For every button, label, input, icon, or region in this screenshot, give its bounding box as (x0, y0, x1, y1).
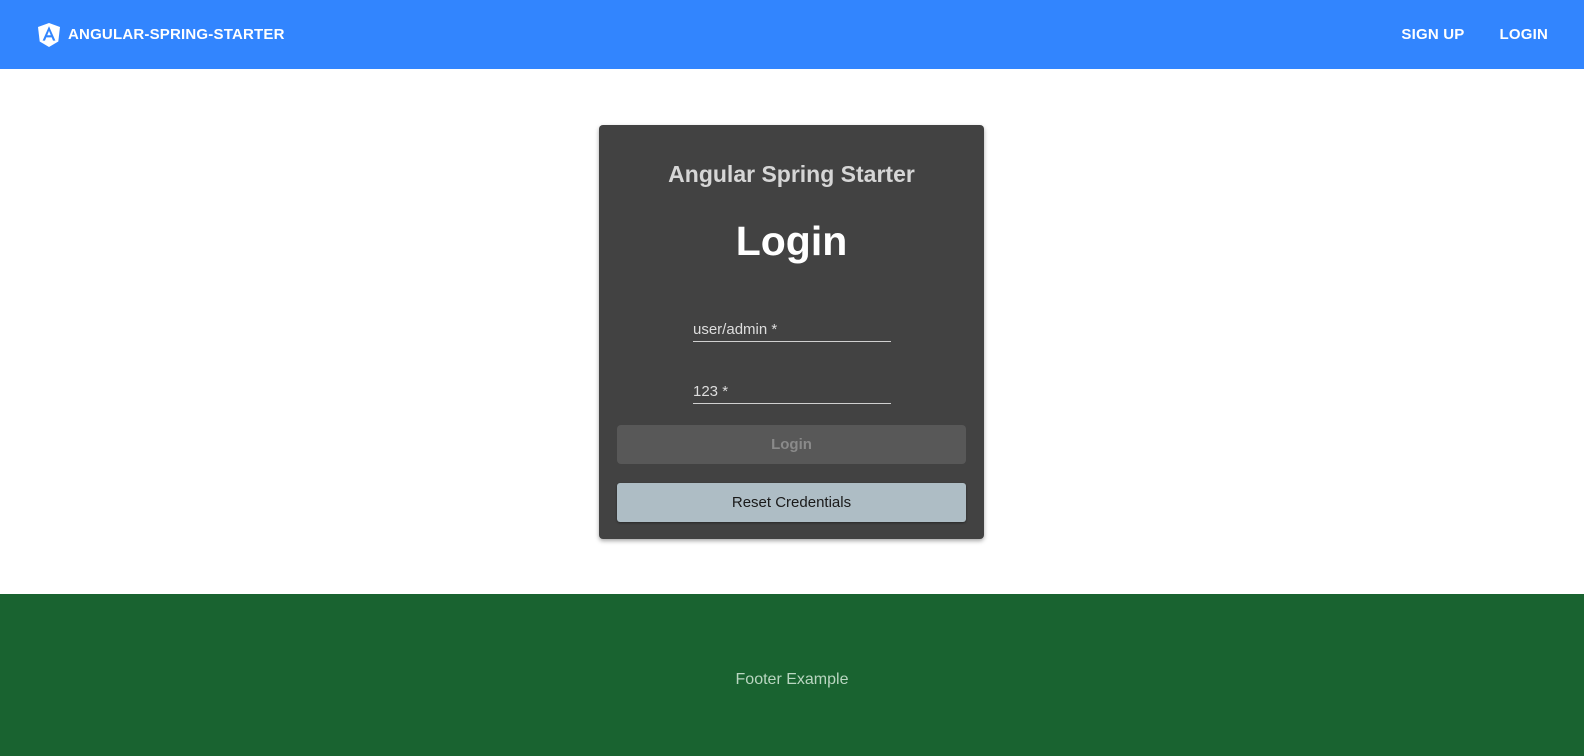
top-navbar: ANGULAR-SPRING-STARTER SIGN UP LOGIN (0, 0, 1584, 69)
username-input[interactable] (693, 318, 891, 341)
brand-link[interactable]: ANGULAR-SPRING-STARTER (38, 22, 285, 47)
page-title: Login (735, 218, 848, 264)
username-field (693, 318, 891, 342)
footer-text: Footer Example (735, 671, 849, 688)
password-field (693, 380, 891, 404)
login-link[interactable]: LOGIN (1500, 26, 1549, 43)
nav-links: SIGN UP LOGIN (1401, 26, 1548, 43)
signup-link[interactable]: SIGN UP (1401, 26, 1464, 43)
brand-label: ANGULAR-SPRING-STARTER (68, 26, 285, 43)
angular-logo-icon (38, 22, 60, 47)
footer: Footer Example (0, 594, 1584, 756)
reset-credentials-button[interactable]: Reset Credentials (617, 483, 966, 522)
card-subtitle: Angular Spring Starter (668, 161, 915, 187)
password-input[interactable] (693, 380, 891, 403)
login-button[interactable]: Login (617, 425, 966, 464)
